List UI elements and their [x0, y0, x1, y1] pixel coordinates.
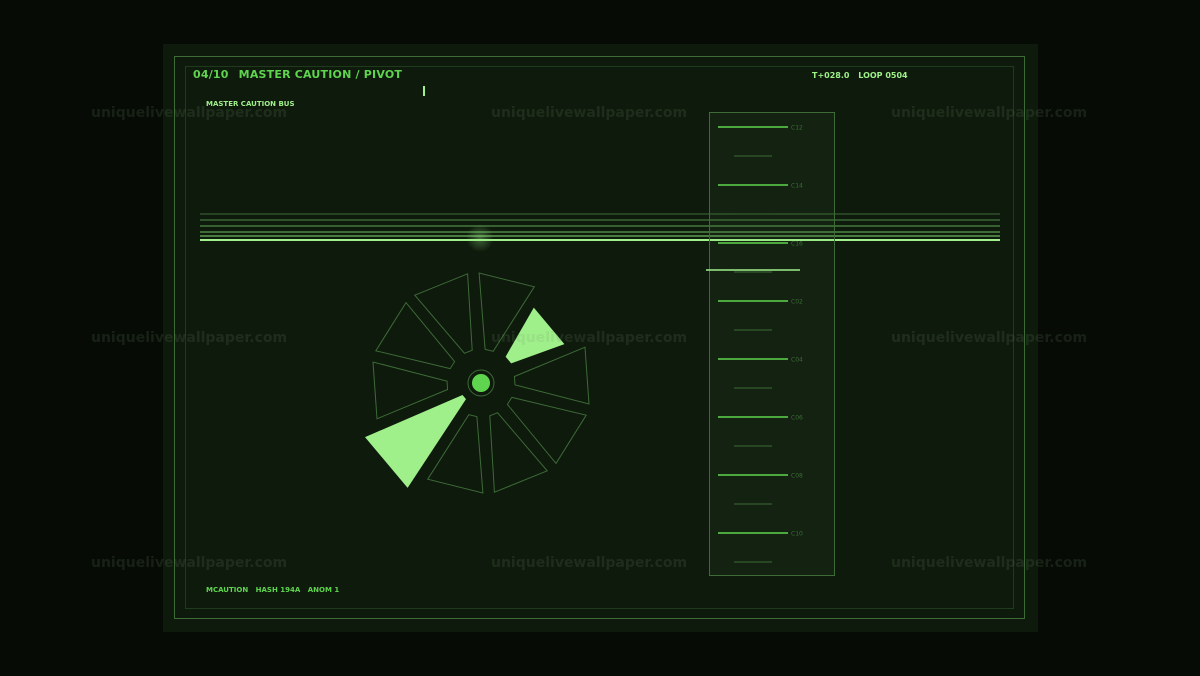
watermark: uniquelivewallpaper.com [891, 555, 1088, 571]
scale-label: C06 [791, 415, 803, 422]
watermark: uniquelivewallpaper.com [91, 105, 288, 121]
watermark: uniquelivewallpaper.com [891, 105, 1088, 121]
pivot-segment [413, 273, 473, 354]
vertical-scale: C12 C14 C16 C02 C04 C06 C08 C10 [706, 112, 835, 576]
scale-label: C04 [791, 357, 803, 364]
scale-label: C12 [791, 125, 803, 132]
pivot-hub [472, 374, 490, 392]
watermark: uniquelivewallpaper.com [491, 105, 688, 121]
pivot-segment [375, 301, 456, 370]
watermark: uniquelivewallpaper.com [91, 555, 288, 571]
scale-track [709, 112, 835, 576]
watermark: uniquelivewallpaper.com [91, 330, 288, 346]
pivot-segment [506, 396, 587, 465]
scale-label: C16 [791, 241, 803, 248]
scale-label: C08 [791, 473, 803, 480]
pivot-segment [489, 412, 549, 493]
watermark: uniquelivewallpaper.com [491, 330, 688, 346]
bus-glow [466, 224, 494, 252]
scale-label: C14 [791, 183, 803, 190]
watermark: uniquelivewallpaper.com [891, 330, 1088, 346]
scale-label: C10 [791, 531, 803, 538]
scale-label: C02 [791, 299, 803, 306]
pivot-segment-active [365, 395, 466, 488]
watermark: uniquelivewallpaper.com [491, 555, 688, 571]
bus-lines [200, 213, 1000, 252]
